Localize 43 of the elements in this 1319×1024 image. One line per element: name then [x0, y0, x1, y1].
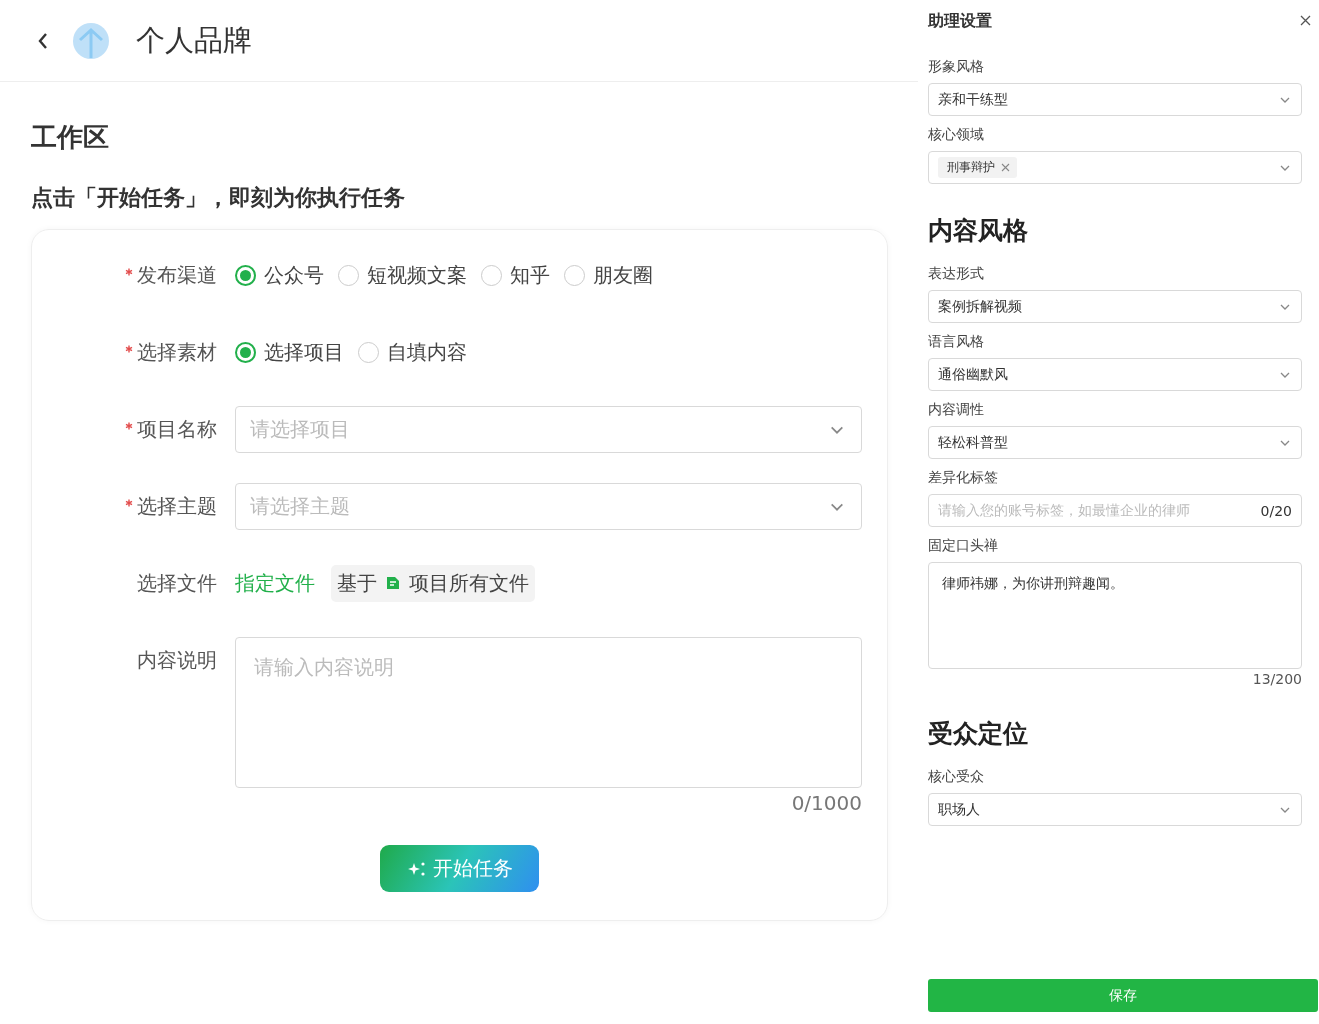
field-label: 核心领域: [928, 126, 985, 144]
radio-icon[interactable]: [235, 341, 256, 363]
section-heading: 受众定位: [928, 718, 1029, 750]
select-field[interactable]: 亲和干练型: [928, 83, 1302, 116]
character-counter: 13/200: [1252, 671, 1302, 687]
page-title: 个人品牌: [136, 21, 252, 59]
field-label: 核心受众: [928, 768, 985, 786]
tag-chip[interactable]: 刑事辩护: [938, 157, 1017, 178]
text-area[interactable]: 律师祎娜，为你讲刑辩趣闻。: [928, 562, 1302, 669]
input-field[interactable]: 请输入您的账号标签，如最懂企业的律师 0/20: [928, 494, 1302, 527]
field-label: 内容调性: [928, 401, 985, 419]
form-label: 选择文件: [137, 569, 217, 597]
field-label: 语言风格: [928, 333, 985, 351]
section-title: 工作区: [31, 121, 110, 154]
file-scope-chip[interactable]: 基于 项目所有文件: [331, 564, 535, 602]
select-field[interactable]: 轻松科普型: [928, 426, 1302, 459]
select-field[interactable]: 职场人: [928, 793, 1302, 826]
form-label: 发布渠道: [137, 261, 217, 289]
section-heading: 内容风格: [928, 215, 1029, 247]
form-label: 选择主题: [137, 492, 217, 520]
radio-option[interactable]: 知乎: [481, 261, 550, 289]
instruction-text: 点击「开始任务」，即刻为你执行任务: [31, 184, 406, 212]
radio-option[interactable]: 朋友圈: [564, 261, 653, 289]
tag-select-field[interactable]: 刑事辩护: [928, 151, 1302, 184]
close-icon[interactable]: [1001, 163, 1010, 172]
field-label: 形象风格: [928, 58, 985, 76]
form-label: 项目名称: [137, 415, 217, 443]
radio-option[interactable]: 选择项目: [235, 338, 344, 366]
document-icon: [385, 575, 401, 591]
field-label: 固定口头禅: [928, 537, 999, 555]
radio-option[interactable]: 公众号: [235, 261, 324, 289]
radio-icon[interactable]: [235, 264, 256, 286]
select-field[interactable]: 通俗幽默风: [928, 358, 1302, 391]
field-label: 差异化标签: [928, 469, 999, 487]
field-label: 表达形式: [928, 265, 985, 283]
radio-option[interactable]: 自填内容: [358, 338, 467, 366]
select-field[interactable]: 案例拆解视频: [928, 290, 1302, 323]
form-label: 内容说明: [137, 646, 217, 674]
arrow-up-logo-icon: [72, 21, 110, 60]
panel-title: 助理设置: [928, 10, 992, 32]
radio-option[interactable]: 短视频文案: [338, 261, 467, 289]
character-counter: 0/1000: [791, 791, 862, 815]
form-label: 选择素材: [137, 338, 217, 366]
